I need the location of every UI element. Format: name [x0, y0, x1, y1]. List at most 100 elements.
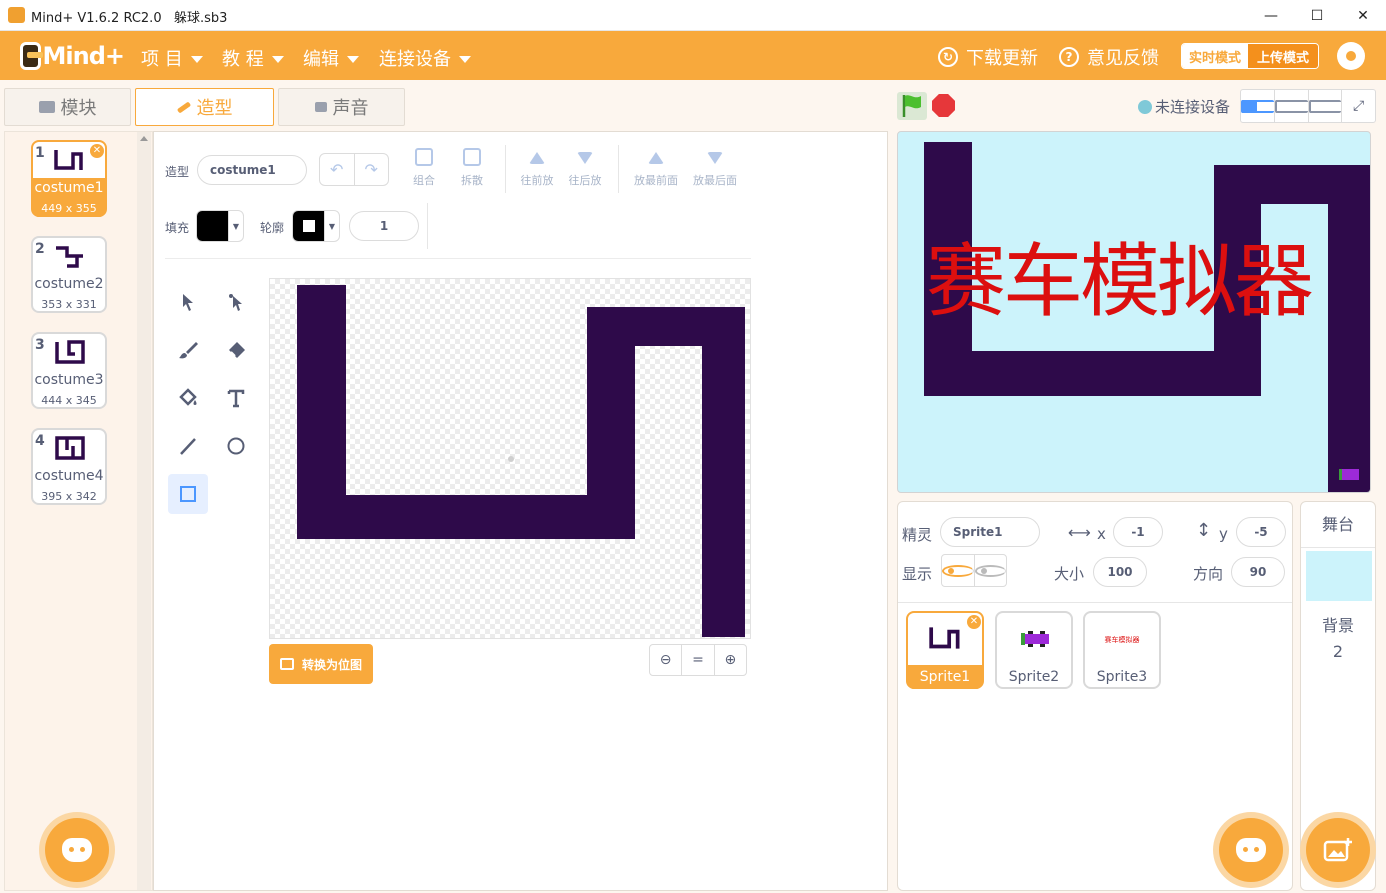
select-tool[interactable]	[168, 282, 208, 322]
outline-width-input[interactable]: 1	[349, 211, 419, 241]
costume-number: 4	[35, 433, 45, 449]
stop-button[interactable]	[932, 94, 955, 117]
zoom-out-icon[interactable]: ⊖	[650, 645, 683, 675]
image-icon	[279, 658, 294, 670]
costume-item-3[interactable]: 3 costume3 444 x 345	[31, 332, 107, 409]
arrow-top-icon	[648, 152, 664, 164]
editor-tabs: 模块 造型 声音	[4, 88, 409, 126]
fullscreen-button[interactable]: ⤢	[1342, 90, 1375, 122]
minimize-button[interactable]: —	[1248, 0, 1294, 31]
text-tool[interactable]	[216, 378, 256, 418]
tab-costumes[interactable]: 造型	[135, 88, 274, 126]
stage[interactable]: 赛车模拟器	[897, 131, 1371, 493]
tab-blocks[interactable]: 模块	[4, 88, 131, 126]
race-car-sprite[interactable]	[1339, 469, 1359, 480]
ungroup-button[interactable]: 拆散	[448, 148, 496, 188]
costume-size: 395 x 342	[41, 490, 97, 503]
fill-color-picker[interactable]: ▼	[196, 210, 244, 242]
costume-list-scrollbar[interactable]	[137, 132, 151, 890]
arrow-down-icon	[577, 152, 593, 164]
eraser-tool[interactable]	[216, 330, 256, 370]
circle-tool[interactable]	[216, 426, 256, 466]
chevron-down-icon	[190, 55, 203, 63]
direction-input[interactable]: 90	[1231, 557, 1285, 587]
hide-sprite-button[interactable]	[974, 555, 1006, 586]
size-input[interactable]: 100	[1093, 557, 1147, 587]
green-flag-button[interactable]	[897, 92, 927, 120]
costume-name-input[interactable]: costume1	[197, 155, 307, 185]
delete-sprite-icon[interactable]: ✕	[967, 615, 981, 629]
drawing-canvas[interactable]	[269, 278, 751, 639]
sprite-tile-2[interactable]: Sprite2	[995, 611, 1073, 689]
add-costume-button[interactable]	[45, 818, 109, 882]
scroll-up-icon[interactable]	[140, 136, 148, 141]
brush-tool[interactable]	[168, 330, 208, 370]
x-input[interactable]: -1	[1113, 517, 1163, 547]
add-backdrop-button[interactable]	[1306, 818, 1370, 882]
delete-costume-icon[interactable]: ✕	[90, 144, 104, 158]
costume-name: costume3	[34, 372, 104, 388]
backdrop-label: 背景	[1321, 616, 1354, 635]
y-input[interactable]: -5	[1236, 517, 1286, 547]
costume-item-2[interactable]: 2 costume2 353 x 331	[31, 236, 107, 313]
app-icon	[8, 7, 25, 23]
realtime-mode-button[interactable]: 实时模式	[1182, 44, 1248, 68]
costume-size: 449 x 355	[41, 202, 97, 215]
costume-item-1[interactable]: 1 ✕ costume1 449 x 355	[31, 140, 107, 217]
rectangle-tool[interactable]	[168, 474, 208, 514]
costume-thumbnail	[55, 436, 85, 460]
sprite-panel-divider	[898, 602, 1292, 603]
question-icon: ?	[1059, 47, 1079, 67]
mode-toggle: 实时模式 上传模式	[1181, 43, 1319, 69]
divider	[427, 203, 428, 249]
sprite-tile-1[interactable]: ✕ Sprite1	[906, 611, 984, 689]
forward-label: 往前放	[520, 174, 554, 187]
brush-icon	[179, 342, 198, 359]
back-button[interactable]: 放最后面	[685, 148, 745, 188]
forward-button[interactable]: 往前放	[513, 148, 561, 188]
costume-item-4[interactable]: 4 costume4 395 x 342	[31, 428, 107, 505]
menu-connect-label: 连接设备	[379, 49, 451, 70]
download-update-button[interactable]: ↻ 下载更新	[938, 44, 1038, 70]
chevron-down-icon	[347, 55, 359, 63]
sprite-name-input[interactable]: Sprite1	[940, 517, 1040, 547]
zoom-reset-button[interactable]: =	[682, 645, 715, 675]
show-sprite-button[interactable]	[942, 555, 975, 586]
back-label: 放最后面	[693, 174, 737, 187]
outline-swatch	[293, 211, 325, 241]
tab-sounds[interactable]: 声音	[278, 88, 405, 126]
zoom-in-icon[interactable]: ⊕	[715, 645, 746, 675]
hide-stage-button[interactable]	[1308, 90, 1343, 122]
add-image-icon	[1323, 838, 1352, 862]
outline-color-picker[interactable]: ▼	[292, 210, 340, 242]
close-button[interactable]: ✕	[1340, 0, 1386, 31]
gear-icon[interactable]	[1337, 42, 1365, 70]
menu-tutorial[interactable]: 教 程	[222, 45, 284, 71]
group-icon	[415, 148, 433, 166]
menu-connect-device[interactable]: 连接设备	[379, 45, 471, 71]
reshape-icon	[229, 294, 242, 311]
menu-project[interactable]: 项 目	[141, 45, 203, 71]
menu-edit[interactable]: 编辑	[303, 45, 359, 71]
maximize-button[interactable]: ☐	[1294, 0, 1340, 31]
tab-costumes-label: 造型	[196, 98, 233, 119]
add-sprite-button[interactable]	[1219, 818, 1283, 882]
fill-tool[interactable]	[168, 378, 208, 418]
costume-thumbnail	[54, 150, 83, 170]
large-stage-button[interactable]	[1274, 90, 1309, 122]
redo-icon[interactable]: ↷	[355, 154, 389, 185]
convert-to-bitmap-button[interactable]: 转换为位图	[269, 644, 373, 684]
undo-icon[interactable]: ↶	[320, 154, 355, 185]
reshape-tool[interactable]	[216, 282, 256, 322]
speaker-icon	[314, 102, 327, 112]
upload-mode-button[interactable]: 上传模式	[1248, 44, 1318, 68]
sprite-tile-3[interactable]: 赛车模拟器 Sprite3	[1083, 611, 1161, 689]
eye-off-icon	[974, 564, 1006, 577]
feedback-button[interactable]: ? 意见反馈	[1059, 44, 1159, 70]
stage-track-segment	[1328, 165, 1370, 492]
backward-button[interactable]: 往后放	[561, 148, 609, 188]
group-button[interactable]: 组合	[400, 148, 448, 188]
front-button[interactable]: 放最前面	[626, 148, 686, 188]
line-tool[interactable]	[168, 426, 208, 466]
small-stage-button[interactable]	[1241, 90, 1275, 122]
